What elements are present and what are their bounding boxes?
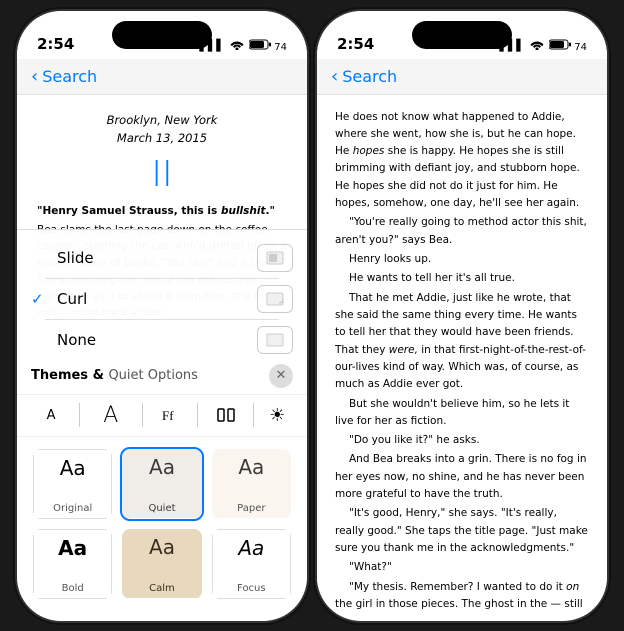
left-status-icons: ▌▌▌ 74 (199, 39, 287, 53)
left-nav-bar: ‹ Search (17, 59, 307, 95)
wifi-icon (230, 39, 244, 53)
back-chevron-icon: ‹ (31, 66, 38, 87)
phones-container: 2:54 ▌▌▌ 74 ‹ Search Brooklyn, Ne (17, 11, 607, 621)
theme-bold-label: Bold (33, 581, 112, 599)
picker-slide-row[interactable]: Slide (31, 238, 293, 278)
font-large-button[interactable]: A (95, 399, 126, 432)
book-header: Brooklyn, New York March 13, 2015 (37, 111, 287, 148)
theme-bold-card[interactable]: Aa Bold (31, 527, 114, 601)
theme-bold-aa: Aa (58, 538, 87, 558)
left-back-button[interactable]: ‹ Search (31, 66, 97, 87)
slide-icon-box (257, 244, 293, 272)
back-label: Search (42, 67, 97, 86)
theme-calm-aa: Aa (149, 537, 175, 557)
theme-quiet-aa: Aa (149, 457, 175, 477)
none-icon-box (257, 326, 293, 354)
divider-1 (79, 403, 80, 427)
theme-quiet-card[interactable]: Aa Quiet (120, 447, 203, 521)
picker-none-row[interactable]: None (31, 320, 293, 360)
theme-original-preview: Aa (33, 449, 112, 501)
curl-check: ✓ (31, 290, 47, 308)
right-back-button[interactable]: ‹ Search (331, 66, 397, 87)
theme-calm-card[interactable]: Aa Calm (120, 527, 203, 601)
theme-focus-preview: Aa (212, 529, 291, 581)
theme-paper-label: Paper (212, 501, 291, 518)
layout-button[interactable] (214, 403, 238, 427)
theme-quiet-label: Quiet (122, 501, 201, 518)
right-back-chevron-icon: ‹ (331, 66, 338, 87)
theme-focus-card[interactable]: Aa Focus (210, 527, 293, 601)
font-small-button[interactable]: A (39, 404, 64, 427)
curl-label: Curl (57, 290, 87, 308)
right-phone: 2:54 ▌▌▌ 74 ‹ Search He does not (317, 11, 607, 621)
brightness-button[interactable]: ☀ (269, 405, 285, 426)
divider-4 (253, 403, 254, 427)
slide-label: Slide (57, 249, 94, 267)
controls-row: A A Ff ☀ (17, 394, 307, 437)
theme-paper-preview: Aa (212, 449, 291, 501)
right-nav-bar: ‹ Search (317, 59, 607, 95)
divider-2 (142, 403, 143, 427)
right-back-label: Search (342, 67, 397, 86)
right-battery-icon: 74 (549, 39, 587, 53)
picker-curl-row[interactable]: ✓ Curl (31, 279, 293, 319)
right-dynamic-island (412, 21, 512, 49)
battery-icon: 74 (249, 39, 287, 53)
close-button[interactable]: ✕ (269, 364, 293, 388)
themes-title: Themes & Quiet Options (31, 368, 198, 383)
theme-paper-aa: Aa (238, 457, 264, 477)
theme-calm-preview: Aa (122, 529, 201, 581)
bottom-panel: Slide ✓ Curl (17, 229, 307, 621)
divider-3 (197, 403, 198, 427)
dynamic-island (112, 21, 212, 49)
font-selector-button[interactable]: Ff (158, 403, 182, 427)
theme-focus-label: Focus (212, 581, 291, 599)
left-time: 2:54 (37, 35, 74, 53)
theme-original-aa: Aa (60, 458, 86, 478)
right-time: 2:54 (337, 35, 374, 53)
transition-picker: Slide ✓ Curl (17, 230, 307, 360)
theme-calm-label: Calm (122, 581, 201, 598)
right-content-area: He does not know what happened to Addie,… (317, 95, 607, 615)
curl-icon-box (257, 285, 293, 313)
none-label: None (57, 331, 96, 349)
theme-focus-aa: Aa (238, 538, 264, 558)
theme-original-card[interactable]: Aa Original (31, 447, 114, 521)
left-phone: 2:54 ▌▌▌ 74 ‹ Search Brooklyn, Ne (17, 11, 307, 621)
right-wifi-icon (530, 39, 544, 53)
theme-grid: Aa Original Aa Quiet Aa Paper (17, 441, 307, 601)
theme-bold-preview: Aa (33, 529, 112, 581)
right-status-icons: ▌▌▌ 74 (499, 39, 587, 53)
themes-header: Themes & Quiet Options ✕ (17, 360, 307, 390)
chapter-number: II (37, 155, 287, 195)
theme-quiet-preview: Aa (122, 449, 201, 501)
right-book-content: He does not know what happened to Addie,… (317, 95, 607, 615)
svg-text:Ff: Ff (162, 408, 174, 423)
theme-original-label: Original (33, 501, 112, 519)
theme-paper-card[interactable]: Aa Paper (210, 447, 293, 521)
